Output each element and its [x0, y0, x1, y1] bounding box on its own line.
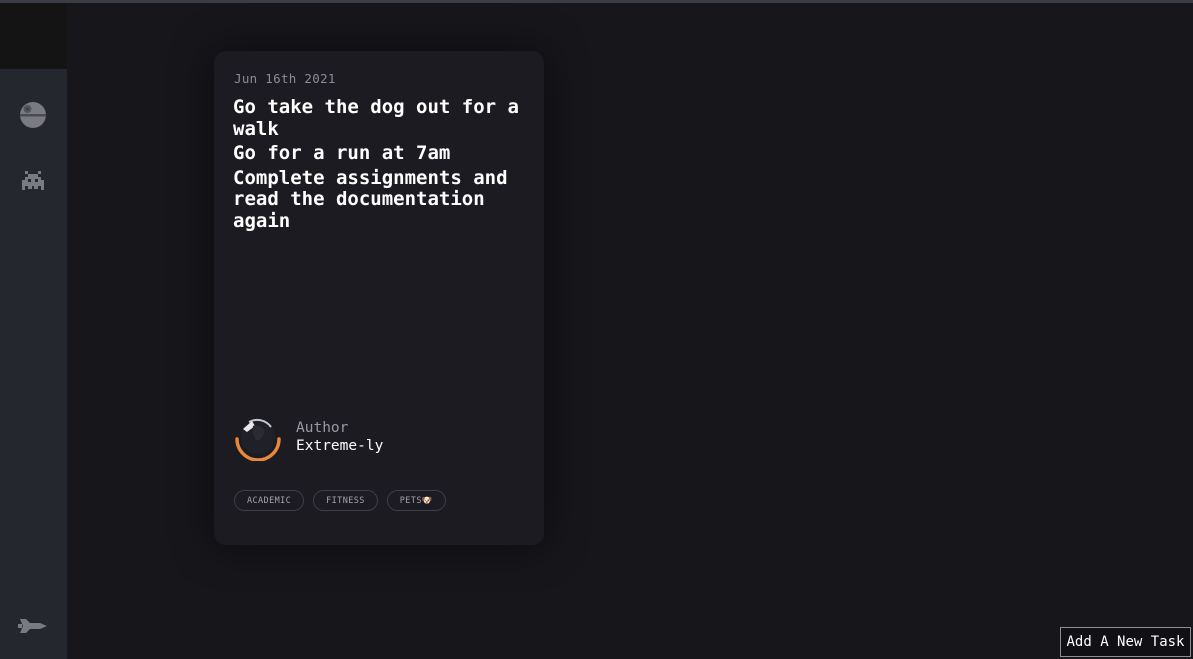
- top-divider: [0, 0, 1193, 3]
- sidebar-header: [0, 3, 67, 69]
- tag-pets[interactable]: PETS🐶: [386, 490, 446, 511]
- author-section: Author Extreme-ly: [233, 417, 523, 463]
- spaceship-icon[interactable]: [17, 610, 49, 642]
- card-date: Jun 16th 2021: [234, 71, 336, 86]
- author-name: Extreme-ly: [296, 438, 384, 454]
- task-item: Complete assignments and read the docume…: [233, 166, 508, 232]
- tag-academic[interactable]: ACADEMIC: [234, 490, 305, 511]
- task-item: Go take the dog out for a walk: [233, 96, 519, 140]
- add-new-task-button[interactable]: Add A New Task: [1060, 627, 1191, 657]
- tag-list: ACADEMIC FITNESS PETS🐶: [234, 490, 446, 511]
- author-label: Author: [296, 420, 349, 436]
- task-card[interactable]: Jun 16th 2021 Go take the dog out for a …: [214, 51, 544, 545]
- death-star-icon[interactable]: [17, 99, 49, 131]
- tag-fitness[interactable]: FITNESS: [313, 490, 378, 511]
- task-list: Go take the dog out for a walk Go for a …: [233, 96, 533, 235]
- task-item: Go for a run at 7am: [233, 142, 451, 164]
- avatar: [233, 417, 285, 462]
- space-invader-icon[interactable]: [17, 165, 49, 197]
